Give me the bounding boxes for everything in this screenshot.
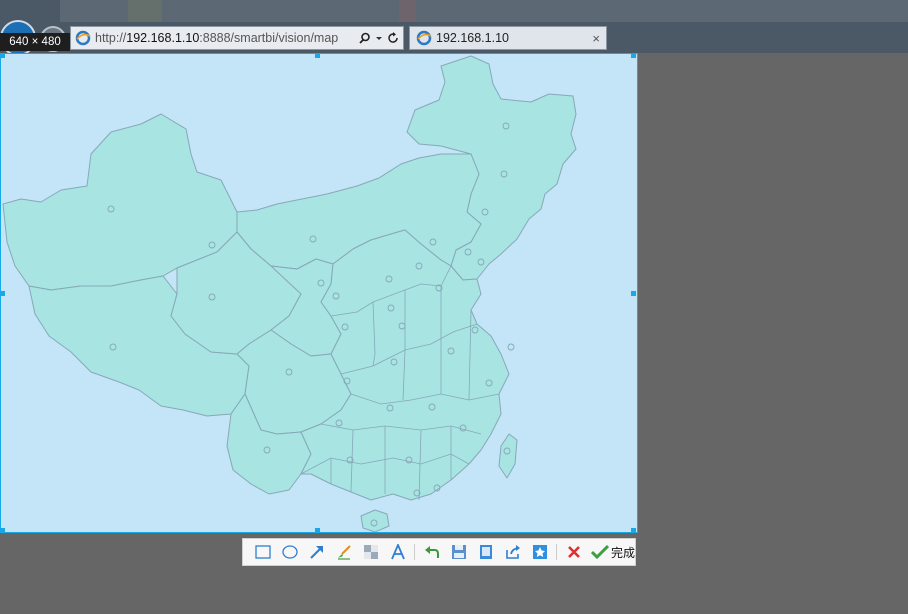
pin-icon xyxy=(532,545,547,559)
cancel-button[interactable] xyxy=(560,541,587,563)
checkmark-icon xyxy=(591,545,609,559)
save-icon xyxy=(451,545,466,559)
ie-icon xyxy=(75,30,91,46)
address-bar[interactable]: http://192.168.1.10:8888/smartbi/vision/… xyxy=(70,26,404,50)
share-button[interactable] xyxy=(499,541,526,563)
map-region-hainan xyxy=(360,509,390,532)
resize-handle[interactable] xyxy=(631,528,636,532)
tab-192-168-1-10[interactable]: 192.168.1.10 × xyxy=(409,26,607,50)
ellipse-tool[interactable] xyxy=(276,541,303,563)
toolbar-separator xyxy=(414,544,415,560)
pin-button[interactable] xyxy=(526,541,553,563)
search-icon[interactable] xyxy=(359,32,371,44)
rectangle-icon xyxy=(254,545,271,559)
resize-handle[interactable] xyxy=(315,54,320,58)
arrow-tool[interactable] xyxy=(303,541,330,563)
close-icon[interactable]: × xyxy=(592,31,600,46)
chevron-down-icon[interactable] xyxy=(375,32,383,44)
refresh-icon[interactable] xyxy=(387,32,399,44)
capture-selection[interactable] xyxy=(0,53,638,533)
brush-icon xyxy=(337,545,351,560)
tab-title: 192.168.1.10 xyxy=(436,31,509,45)
text-tool[interactable] xyxy=(384,541,411,563)
capture-size-label: 640 × 480 xyxy=(0,33,70,51)
resize-handle[interactable] xyxy=(631,54,636,58)
done-label: 完成 xyxy=(611,545,636,560)
ie-icon xyxy=(416,30,432,46)
save-button[interactable] xyxy=(445,541,472,563)
resize-handle[interactable] xyxy=(1,291,5,296)
undo-icon xyxy=(424,546,439,558)
share-icon xyxy=(505,545,520,559)
resize-handle[interactable] xyxy=(1,528,5,532)
china-map xyxy=(2,55,577,532)
cancel-icon xyxy=(567,546,580,558)
rectangle-tool[interactable] xyxy=(249,541,276,563)
resize-handle[interactable] xyxy=(1,54,5,58)
background-tabs-blurred xyxy=(60,0,908,22)
toolbar-separator xyxy=(556,544,557,560)
capture-toolbar: 完成 xyxy=(242,538,636,566)
brush-tool[interactable] xyxy=(330,541,357,563)
mosaic-tool[interactable] xyxy=(357,541,384,563)
ellipse-icon xyxy=(281,545,298,559)
resize-handle[interactable] xyxy=(315,528,320,532)
url-host: 192.168.1.10 xyxy=(126,31,200,45)
copy-button[interactable] xyxy=(472,541,499,563)
copy-icon xyxy=(479,545,492,559)
mosaic-icon xyxy=(363,545,378,559)
done-button[interactable]: 完成 xyxy=(591,544,635,561)
url-path: :8888/smartbi/vision/map xyxy=(199,31,339,45)
map-region-taiwan xyxy=(498,433,518,479)
url-prefix: http:// xyxy=(95,31,127,45)
arrow-icon xyxy=(309,546,323,559)
text-icon xyxy=(390,544,405,560)
resize-handle[interactable] xyxy=(631,291,636,296)
undo-button[interactable] xyxy=(418,541,445,563)
dimmed-area-right xyxy=(638,53,908,614)
